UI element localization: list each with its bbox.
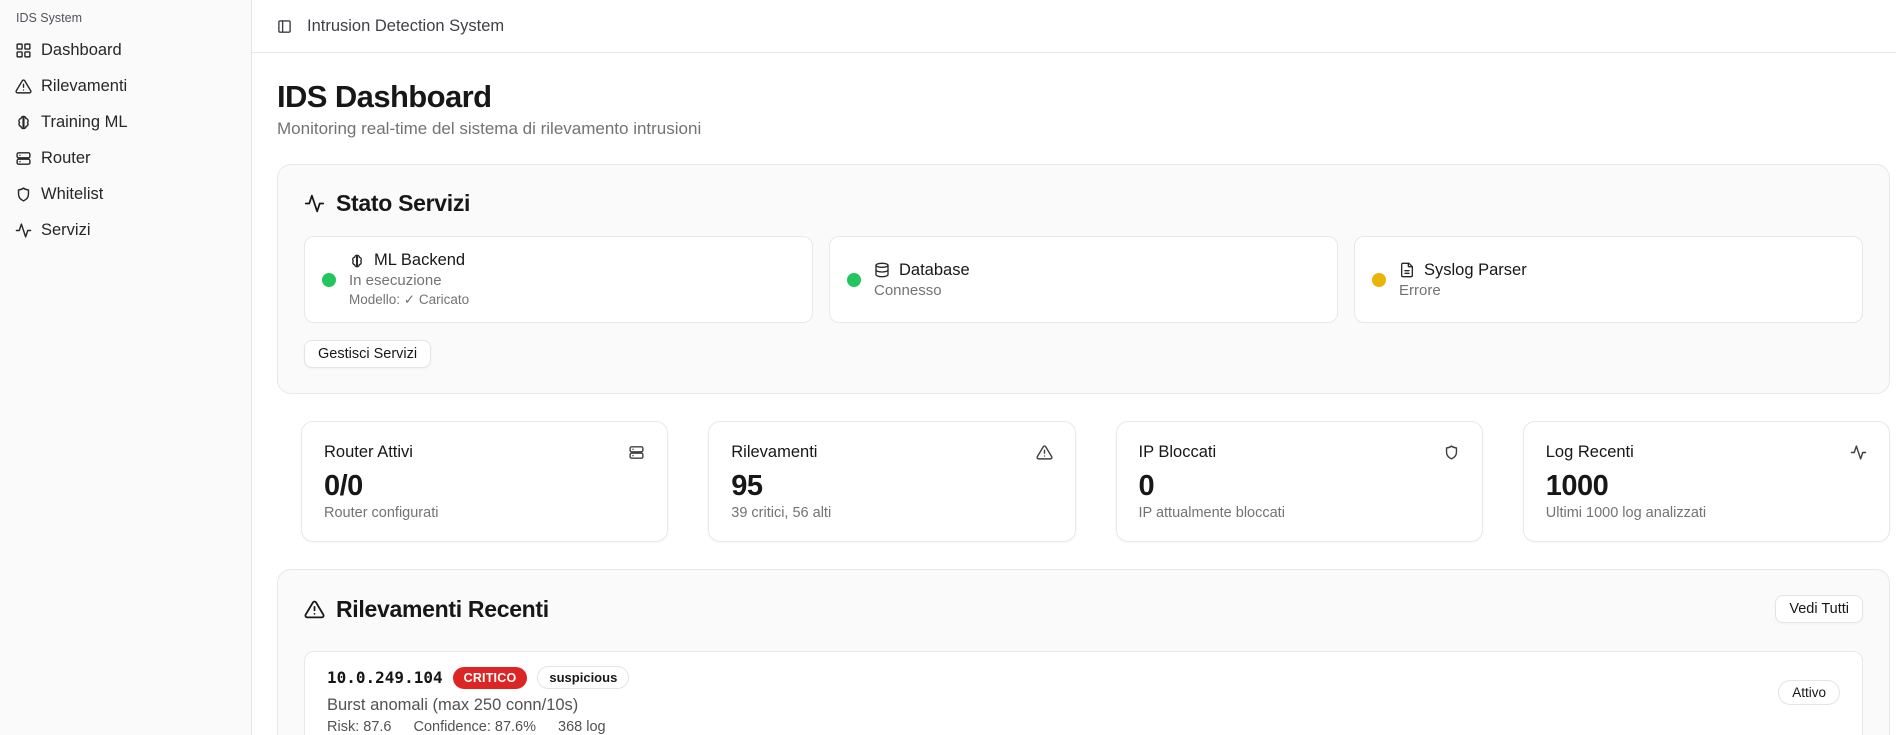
activity-icon [15,222,32,239]
stat-title: Router Attivi [324,443,413,462]
detection-header-row: 10.0.249.104 CRITICO suspicious [327,664,1840,689]
detection-log-count: 368 log [558,719,606,735]
sidebar-item-rilevamenti[interactable]: Rilevamenti [14,71,237,101]
sidebar-item-label: Training ML [41,113,128,132]
app-root: IDS System Dashboard Rilevamenti Trainin… [0,0,1896,735]
service-name-row: Syslog Parser [1399,261,1527,280]
services-card-title: Stato Servizi [336,190,470,217]
services-card-header: Stato Servizi [304,190,1863,217]
stat-card-rilevamenti: Rilevamenti 95 39 critici, 56 alti [708,421,1075,542]
file-text-icon [1399,262,1415,278]
stat-caption: Router configurati [324,505,645,521]
services-status-card: Stato Servizi ML Backend In esecuzione M… [277,164,1890,394]
panel-left-icon[interactable] [277,19,292,34]
manage-services-button[interactable]: Gestisci Servizi [304,340,431,368]
view-all-button[interactable]: Vedi Tutti [1775,595,1863,623]
stat-caption: 39 critici, 56 alti [731,505,1052,521]
service-status: In esecuzione [349,272,469,289]
service-body: Database Connesso [874,261,970,299]
topbar-title: Intrusion Detection System [307,17,504,36]
detections-card-header: Rilevamenti Recenti Vedi Tutti [304,595,1863,623]
sidebar-item-whitelist[interactable]: Whitelist [14,179,237,209]
detection-confidence: Confidence: 87.6% [413,719,536,735]
service-name-row: ML Backend [349,251,469,270]
service-name: Syslog Parser [1424,261,1527,280]
stat-card-log-recenti: Log Recenti 1000 Ultimi 1000 log analizz… [1523,421,1890,542]
recent-detections-card: Rilevamenti Recenti Vedi Tutti 10.0.249.… [277,569,1890,735]
severity-badge: CRITICO [453,667,528,689]
sidebar-brand: IDS System [14,10,237,26]
service-name: Database [899,261,970,280]
activity-icon [304,193,325,214]
page-subtitle: Monitoring real-time del sistema di rile… [277,118,1890,140]
detection-risk: Risk: 87.6 [327,719,391,735]
sidebar-item-label: Dashboard [41,41,122,60]
server-icon [15,150,32,167]
triangle-alert-icon [15,78,32,95]
sidebar: IDS System Dashboard Rilevamenti Trainin… [0,0,252,735]
triangle-alert-icon [304,599,325,620]
server-icon [628,444,645,461]
stat-card-header: IP Bloccati [1139,443,1460,462]
sidebar-item-training-ml[interactable]: Training ML [14,107,237,137]
service-name: ML Backend [374,251,465,270]
stat-caption: Ultimi 1000 log analizzati [1546,505,1867,521]
shield-icon [1443,444,1460,461]
service-card-syslog-parser: Syslog Parser Errore [1354,236,1863,323]
status-dot [322,273,336,287]
brain-icon [15,114,32,131]
sidebar-nav: Dashboard Rilevamenti Training ML Router… [14,35,237,245]
service-detail: Modello: ✓ Caricato [349,292,469,308]
stat-card-router-attivi: Router Attivi 0/0 Router configurati [301,421,668,542]
activity-icon [1850,444,1867,461]
stat-card-header: Router Attivi [324,443,645,462]
stat-value: 1000 [1546,471,1867,501]
page-content: IDS Dashboard Monitoring real-time del s… [252,53,1896,735]
sidebar-item-dashboard[interactable]: Dashboard [14,35,237,65]
detection-row: 10.0.249.104 CRITICO suspicious Burst an… [304,651,1863,735]
active-state-badge: Attivo [1778,680,1840,705]
stats-row: Router Attivi 0/0 Router configurati Ril… [301,421,1890,542]
services-grid: ML Backend In esecuzione Modello: ✓ Cari… [304,236,1863,323]
service-body: Syslog Parser Errore [1399,261,1527,299]
sidebar-item-label: Whitelist [41,185,103,204]
detections-card-title: Rilevamenti Recenti [336,596,549,623]
stat-card-header: Log Recenti [1546,443,1867,462]
database-icon [874,262,890,278]
sidebar-item-label: Rilevamenti [41,77,127,96]
main-area: Intrusion Detection System IDS Dashboard… [252,0,1896,735]
status-dot [847,273,861,287]
service-status: Errore [1399,282,1527,299]
stat-title: Rilevamenti [731,443,817,462]
stat-caption: IP attualmente bloccati [1139,505,1460,521]
detection-meta-row: Risk: 87.6 Confidence: 87.6% 368 log [327,719,1840,735]
detection-ip: 10.0.249.104 [327,668,443,687]
service-status: Connesso [874,282,970,299]
service-name-row: Database [874,261,970,280]
service-body: ML Backend In esecuzione Modello: ✓ Cari… [349,251,469,308]
stat-card-header: Rilevamenti [731,443,1052,462]
stat-value: 0/0 [324,471,645,501]
stat-card-ip-bloccati: IP Bloccati 0 IP attualmente bloccati [1116,421,1483,542]
stat-title: IP Bloccati [1139,443,1217,462]
sidebar-item-router[interactable]: Router [14,143,237,173]
sidebar-item-label: Servizi [41,221,91,240]
layout-grid-icon [15,42,32,59]
sidebar-item-servizi[interactable]: Servizi [14,215,237,245]
stat-value: 95 [731,471,1052,501]
stat-value: 0 [1139,471,1460,501]
topbar: Intrusion Detection System [252,0,1896,53]
brain-icon [349,253,365,269]
service-card-database: Database Connesso [829,236,1338,323]
shield-icon [15,186,32,203]
sidebar-item-label: Router [41,149,91,168]
service-card-ml-backend: ML Backend In esecuzione Modello: ✓ Cari… [304,236,813,323]
status-dot [1372,273,1386,287]
stat-title: Log Recenti [1546,443,1634,462]
triangle-alert-icon [1036,444,1053,461]
tag-badge: suspicious [537,666,629,689]
page-title: IDS Dashboard [277,79,1890,115]
detection-description: Burst anomali (max 250 conn/10s) [327,696,1840,715]
